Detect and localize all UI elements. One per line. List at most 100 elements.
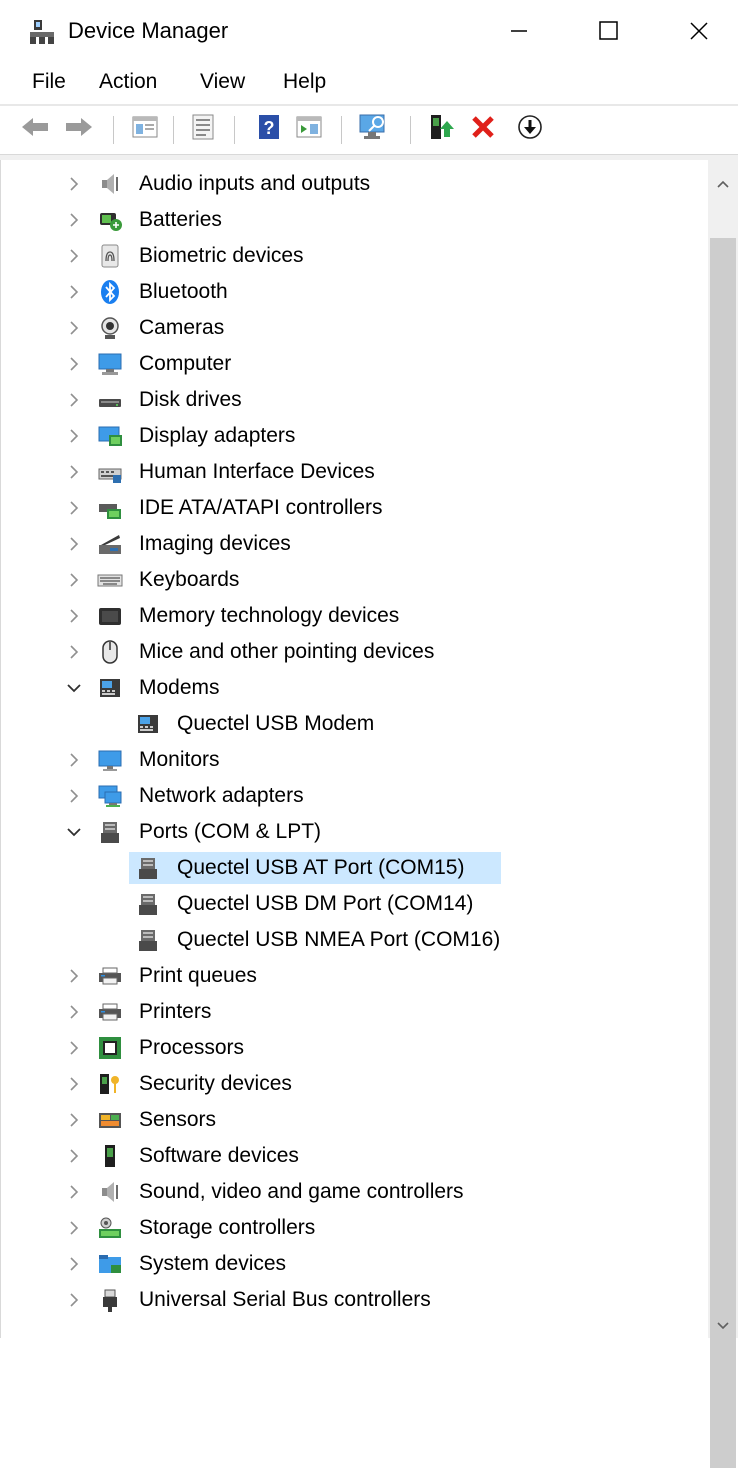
minimize-button[interactable] [484,8,554,54]
chevron-right-icon[interactable] [65,535,83,553]
back-button[interactable] [18,112,52,146]
tree-category[interactable]: System devices [1,1247,709,1281]
maximize-button[interactable] [574,8,644,54]
tree-category[interactable]: Biometric devices [1,239,709,273]
tree-item-label: Keyboards [139,568,240,591]
uninstall-device-button[interactable] [466,112,500,146]
chevron-right-icon[interactable] [65,1183,83,1201]
chevron-right-icon[interactable] [65,967,83,985]
chevron-right-icon[interactable] [65,283,83,301]
vertical-scrollbar[interactable] [708,160,738,1468]
chevron-right-icon[interactable] [65,1147,83,1165]
chevron-right-icon[interactable] [65,1219,83,1237]
chevron-right-icon[interactable] [65,1003,83,1021]
tree-item-label: Universal Serial Bus controllers [139,1288,431,1311]
tree-device[interactable]: Quectel USB NMEA Port (COM16) [1,923,709,957]
console-tree-icon [132,115,158,144]
tree-category[interactable]: Batteries [1,203,709,237]
tree-category[interactable]: Modems [1,671,709,705]
computer-icon [97,351,123,377]
processor-icon [97,1035,123,1061]
update-driver-button[interactable] [424,112,458,146]
scan-hardware-button[interactable] [356,112,390,146]
tree-category[interactable]: Bluetooth [1,275,709,309]
chevron-right-icon[interactable] [65,1039,83,1057]
tree-category[interactable]: Sound, video and game controllers [1,1175,709,1209]
title-bar: Device Manager [0,0,738,64]
toolbar: ? [0,108,738,152]
tree-category[interactable]: Mice and other pointing devices [1,635,709,669]
tree-category[interactable]: Imaging devices [1,527,709,561]
help-button[interactable]: ? [252,112,286,146]
chevron-right-icon[interactable] [65,1111,83,1129]
chevron-right-icon[interactable] [65,427,83,445]
tree-category[interactable]: IDE ATA/ATAPI controllers [1,491,709,525]
fingerprint-icon [97,243,123,269]
tree-category[interactable]: Cameras [1,311,709,345]
disable-device-button[interactable] [513,112,547,146]
tree-category[interactable]: Software devices [1,1139,709,1173]
tree-category[interactable]: Security devices [1,1067,709,1101]
menu-view[interactable]: View [198,68,247,96]
tree-category[interactable]: Print queues [1,959,709,993]
chevron-right-icon[interactable] [65,1255,83,1273]
display-adapter-icon [97,423,123,449]
chevron-right-icon[interactable] [65,319,83,337]
chevron-right-icon[interactable] [65,247,83,265]
tree-category[interactable]: Processors [1,1031,709,1065]
chevron-down-icon[interactable] [65,679,83,697]
tree-category[interactable]: Memory technology devices [1,599,709,633]
tree-category[interactable]: Disk drives [1,383,709,417]
chevron-right-icon[interactable] [65,175,83,193]
tree-item-label: System devices [139,1252,287,1275]
tree-category[interactable]: Human Interface Devices [1,455,709,489]
scroll-thumb[interactable] [710,238,736,1468]
chevron-right-icon[interactable] [65,1075,83,1093]
tree-category[interactable]: Monitors [1,743,709,777]
chevron-right-icon[interactable] [65,355,83,373]
tree-category[interactable]: Network adapters [1,779,709,813]
tree-category[interactable]: Audio inputs and outputs [1,167,709,201]
chevron-right-icon[interactable] [65,787,83,805]
chevron-right-icon[interactable] [65,211,83,229]
chevron-right-icon[interactable] [65,607,83,625]
chevron-right-icon[interactable] [65,391,83,409]
tree-device[interactable]: Quectel USB DM Port (COM14) [1,887,709,921]
forward-button[interactable] [62,112,96,146]
show-hide-console-tree-button[interactable] [128,112,162,146]
menu-help[interactable]: Help [281,68,328,96]
menu-file[interactable]: File [30,68,68,96]
tree-item-label: Quectel USB AT Port (COM15) [177,856,465,879]
chevron-down-icon[interactable] [65,823,83,841]
action-pane-icon [296,115,322,144]
scroll-up-button[interactable] [708,170,738,200]
svg-text:?: ? [264,118,275,138]
bluetooth-icon [97,279,123,305]
tree-category[interactable]: Ports (COM & LPT) [1,815,709,849]
tree-device[interactable]: Quectel USB AT Port (COM15) [1,851,709,885]
tree-category[interactable]: Display adapters [1,419,709,453]
properties-button[interactable] [186,112,220,146]
chevron-right-icon[interactable] [65,571,83,589]
tree-item-label: Human Interface Devices [139,460,375,483]
tree-category[interactable]: Computer [1,347,709,381]
chevron-right-icon[interactable] [65,751,83,769]
tree-category[interactable]: Storage controllers [1,1211,709,1245]
show-action-pane-button[interactable] [292,112,326,146]
chevron-right-icon[interactable] [65,499,83,517]
hid-icon [97,459,123,485]
chevron-right-icon[interactable] [65,463,83,481]
chevron-right-icon[interactable] [65,1291,83,1309]
tree-item-label: Bluetooth [139,280,228,303]
menu-action[interactable]: Action [97,68,159,96]
chevron-right-icon[interactable] [65,643,83,661]
scroll-down-button[interactable] [708,1316,738,1338]
tree-category[interactable]: Sensors [1,1103,709,1137]
tree-item-label: Quectel USB Modem [177,712,375,735]
close-button[interactable] [664,8,734,54]
tree-category[interactable]: Keyboards [1,563,709,597]
tree-category[interactable]: Printers [1,995,709,1029]
keyboard-icon [97,567,123,593]
tree-device[interactable]: Quectel USB Modem [1,707,709,741]
tree-category[interactable]: Universal Serial Bus controllers [1,1283,709,1317]
